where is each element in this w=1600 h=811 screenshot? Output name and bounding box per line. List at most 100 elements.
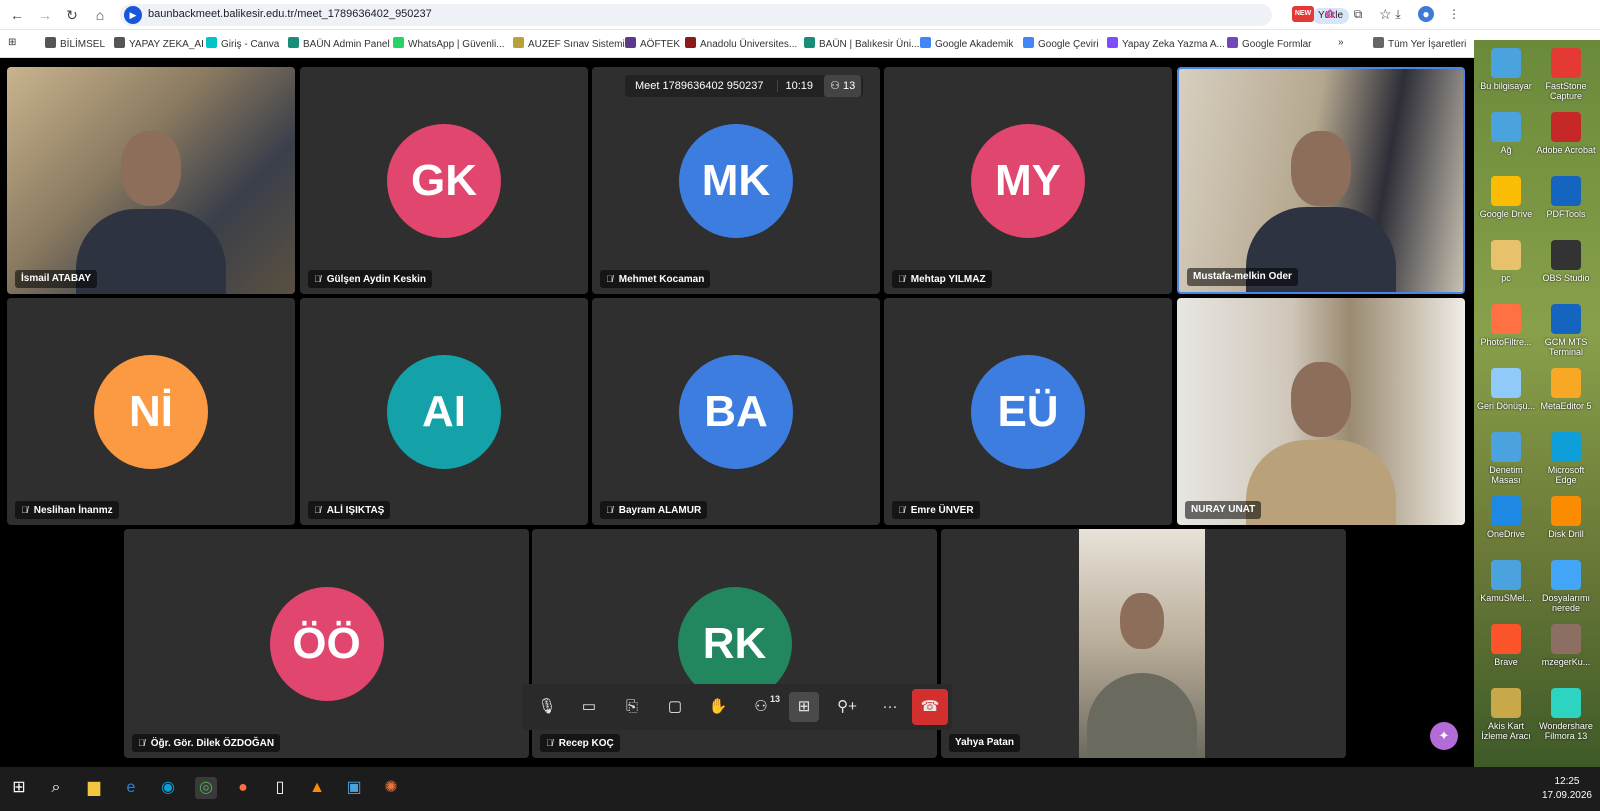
desktop-shortcut[interactable]: PhotoFiltre... bbox=[1476, 304, 1536, 347]
home-icon[interactable]: ⌂ bbox=[91, 6, 109, 24]
desktop-shortcut[interactable]: pc bbox=[1476, 240, 1536, 283]
bookmark-item[interactable]: BİLİMSEL bbox=[45, 37, 105, 50]
all-bookmarks-folder[interactable]: Tüm Yer İşaretleri bbox=[1373, 37, 1466, 50]
invite-button[interactable]: ⚲+ bbox=[832, 692, 862, 722]
bookmark-item[interactable]: BAÜN | Balıkesir Üni... bbox=[804, 37, 919, 50]
participant-counter[interactable]: ⚇ 13 bbox=[824, 75, 862, 97]
participant-tile[interactable]: NURAY UNAT bbox=[1177, 298, 1465, 525]
participants-button[interactable]: ⚇ 13 bbox=[746, 692, 780, 722]
chat-button[interactable]: ▢ bbox=[660, 692, 690, 722]
more-options-button[interactable]: ··· bbox=[875, 692, 905, 722]
bookmark-item[interactable]: Google Çeviri bbox=[1023, 37, 1099, 50]
desktop-shortcut[interactable]: Denetim Masası bbox=[1476, 432, 1536, 485]
desktop-shortcut[interactable]: Disk Drill bbox=[1536, 496, 1596, 539]
bookmark-item[interactable]: BAÜN Admin Panel bbox=[288, 37, 390, 50]
back-icon[interactable]: ← bbox=[8, 6, 26, 24]
bookmark-favicon-icon bbox=[920, 37, 931, 48]
bookmark-item[interactable]: Google Formlar bbox=[1227, 37, 1311, 50]
address-bar[interactable]: ▶ baunbackmeet.balikesir.edu.tr/meet_178… bbox=[120, 4, 1392, 26]
edge-icon[interactable]: ◉ bbox=[157, 777, 179, 799]
desktop-shortcut[interactable]: MetaEditor 5 bbox=[1536, 368, 1596, 411]
profile-avatar-icon[interactable]: ● bbox=[1418, 6, 1434, 22]
forward-icon[interactable]: → bbox=[36, 6, 54, 24]
chat-icon: ▢ bbox=[667, 698, 683, 715]
bookmark-item[interactable]: AÖFTEK bbox=[625, 37, 680, 50]
vlc-icon[interactable]: ▲ bbox=[306, 777, 328, 799]
participant-name: Mehmet Kocaman bbox=[618, 274, 705, 285]
desktop-shortcut[interactable]: Ağ bbox=[1476, 112, 1536, 155]
camera-icon: ▭ bbox=[581, 698, 597, 715]
bookmarks-overflow-button[interactable]: » bbox=[1338, 37, 1344, 48]
bookmark-item[interactable]: YAPAY ZEKA_AI bbox=[114, 37, 204, 50]
hang-up-button[interactable]: ☎ bbox=[912, 689, 948, 725]
participant-tile[interactable]: MK 🎙̸ Mehmet Kocaman bbox=[592, 67, 880, 294]
participant-tile[interactable]: İsmail ATABAY bbox=[7, 67, 295, 294]
participant-name: Emre ÜNVER bbox=[910, 505, 974, 516]
desktop-shortcut-label: pc bbox=[1501, 273, 1511, 283]
desktop-shortcut[interactable]: OneDrive bbox=[1476, 496, 1536, 539]
bookmark-item[interactable]: Anadolu Üniversites... bbox=[685, 37, 797, 50]
desktop-shortcut[interactable]: Geri Dönüşü... bbox=[1476, 368, 1536, 411]
download-icon[interactable]: ⤓ bbox=[1390, 6, 1406, 22]
participant-tile[interactable]: MY 🎙̸ Mehtap YILMAZ bbox=[884, 67, 1172, 294]
bookmark-item[interactable]: Yapay Zeka Yazma A... bbox=[1107, 37, 1225, 50]
call-controls: 🎙 ▭ ⎘ ▢ ✋ ⚇ 13 ⊞ ⚲+ ··· ☎ bbox=[522, 684, 952, 730]
desktop-shortcut[interactable]: Brave bbox=[1476, 624, 1536, 667]
new-extension-icon[interactable]: NEW bbox=[1292, 6, 1314, 22]
search-icon[interactable]: ⌕ bbox=[45, 777, 67, 799]
grid-icon: ⊞ bbox=[797, 698, 811, 715]
reload-icon[interactable]: ↻ bbox=[63, 6, 81, 24]
desktop-shortcut[interactable]: GCM MTS Terminal bbox=[1536, 304, 1596, 357]
participant-tile[interactable]: ÖÖ 🎙̸ Öğr. Gör. Dilek ÖZDOĞAN bbox=[124, 529, 529, 758]
bookmark-item[interactable]: AUZEF Sınav Sistemi bbox=[513, 37, 625, 50]
participant-nametag: 🎙̸ Emre ÜNVER bbox=[892, 501, 980, 519]
extensions-puzzle-icon[interactable]: ⧉ bbox=[1350, 6, 1366, 22]
participant-tile[interactable]: EÜ 🎙̸ Emre ÜNVER bbox=[884, 298, 1172, 525]
desktop-shortcut[interactable]: Google Drive bbox=[1476, 176, 1536, 219]
desktop-shortcut-icon bbox=[1551, 112, 1581, 142]
desktop-shortcut[interactable]: mzegerKu... bbox=[1536, 624, 1596, 667]
share-screen-button[interactable]: ⎘ bbox=[617, 692, 647, 722]
raise-hand-button[interactable]: ✋ bbox=[703, 692, 733, 722]
microphone-button[interactable]: 🎙 bbox=[532, 692, 562, 722]
extension-icon[interactable]: ✿ bbox=[1322, 6, 1338, 22]
microphone-icon: 🎙 bbox=[537, 698, 557, 715]
participant-tile[interactable]: GK 🎙̸ Gülşen Aydin Keskin bbox=[300, 67, 588, 294]
app-sun-icon[interactable]: ✺ bbox=[380, 777, 402, 799]
apps-grid-icon[interactable]: ⊞ bbox=[8, 37, 16, 48]
participant-tile[interactable]: AI 🎙̸ ALİ IŞIKTAŞ bbox=[300, 298, 588, 525]
firefox-icon[interactable]: ● bbox=[232, 777, 254, 799]
bookmark-item[interactable]: Google Akademik bbox=[920, 37, 1013, 50]
desktop-shortcut[interactable]: Akis Kart İzleme Aracı bbox=[1476, 688, 1536, 741]
participant-tile[interactable]: Mustafa-melkin Oder bbox=[1177, 67, 1465, 294]
desktop-shortcut[interactable]: FastStone Capture bbox=[1536, 48, 1596, 101]
bookmark-label: AÖFTEK bbox=[640, 39, 681, 50]
desktop-shortcut[interactable]: Bu bilgisayar bbox=[1476, 48, 1536, 91]
url-text[interactable]: baunbackmeet.balikesir.edu.tr/meet_17896… bbox=[148, 8, 432, 20]
participant-tile[interactable]: Yahya Patan bbox=[941, 529, 1346, 758]
desktop-shortcut-label: Geri Dönüşü... bbox=[1476, 401, 1536, 411]
desktop-shortcut[interactable]: Adobe Acrobat bbox=[1536, 112, 1596, 155]
system-clock[interactable]: 12:25 17.09.2026 bbox=[1542, 775, 1592, 803]
participant-tile[interactable]: Nİ 🎙̸ Neslihan İnanmz bbox=[7, 298, 295, 525]
photos-icon[interactable]: ▣ bbox=[343, 777, 365, 799]
bookmark-item[interactable]: Giriş - Canva bbox=[206, 37, 279, 50]
bookmark-item[interactable]: WhatsApp | Güvenli... bbox=[393, 37, 505, 50]
assistant-fab-icon[interactable]: ✦ bbox=[1430, 722, 1458, 750]
desktop-shortcut[interactable]: Dosyalarımı nerede bbox=[1536, 560, 1596, 613]
desktop-shortcut[interactable]: OBS Studio bbox=[1536, 240, 1596, 283]
start-icon[interactable]: ⊞ bbox=[8, 777, 30, 799]
internet-explorer-icon[interactable]: e bbox=[120, 777, 142, 799]
camera-button[interactable]: ▭ bbox=[574, 692, 604, 722]
desktop-shortcut[interactable]: Wondershare Filmora 13 bbox=[1536, 688, 1596, 741]
site-info-icon[interactable]: ▶ bbox=[124, 6, 142, 24]
tile-view-button[interactable]: ⊞ bbox=[789, 692, 819, 722]
desktop-shortcut[interactable]: KamuSMel... bbox=[1476, 560, 1536, 603]
menu-kebab-icon[interactable]: ⋮ bbox=[1446, 6, 1462, 22]
desktop-shortcut[interactable]: Microsoft Edge bbox=[1536, 432, 1596, 485]
participant-tile[interactable]: BA 🎙̸ Bayram ALAMUR bbox=[592, 298, 880, 525]
notepad-icon[interactable]: ▯ bbox=[269, 777, 291, 799]
file-explorer-icon[interactable]: ▆ bbox=[83, 777, 105, 799]
desktop-shortcut[interactable]: PDFTools bbox=[1536, 176, 1596, 219]
chrome-icon[interactable]: ◎ bbox=[195, 777, 217, 799]
